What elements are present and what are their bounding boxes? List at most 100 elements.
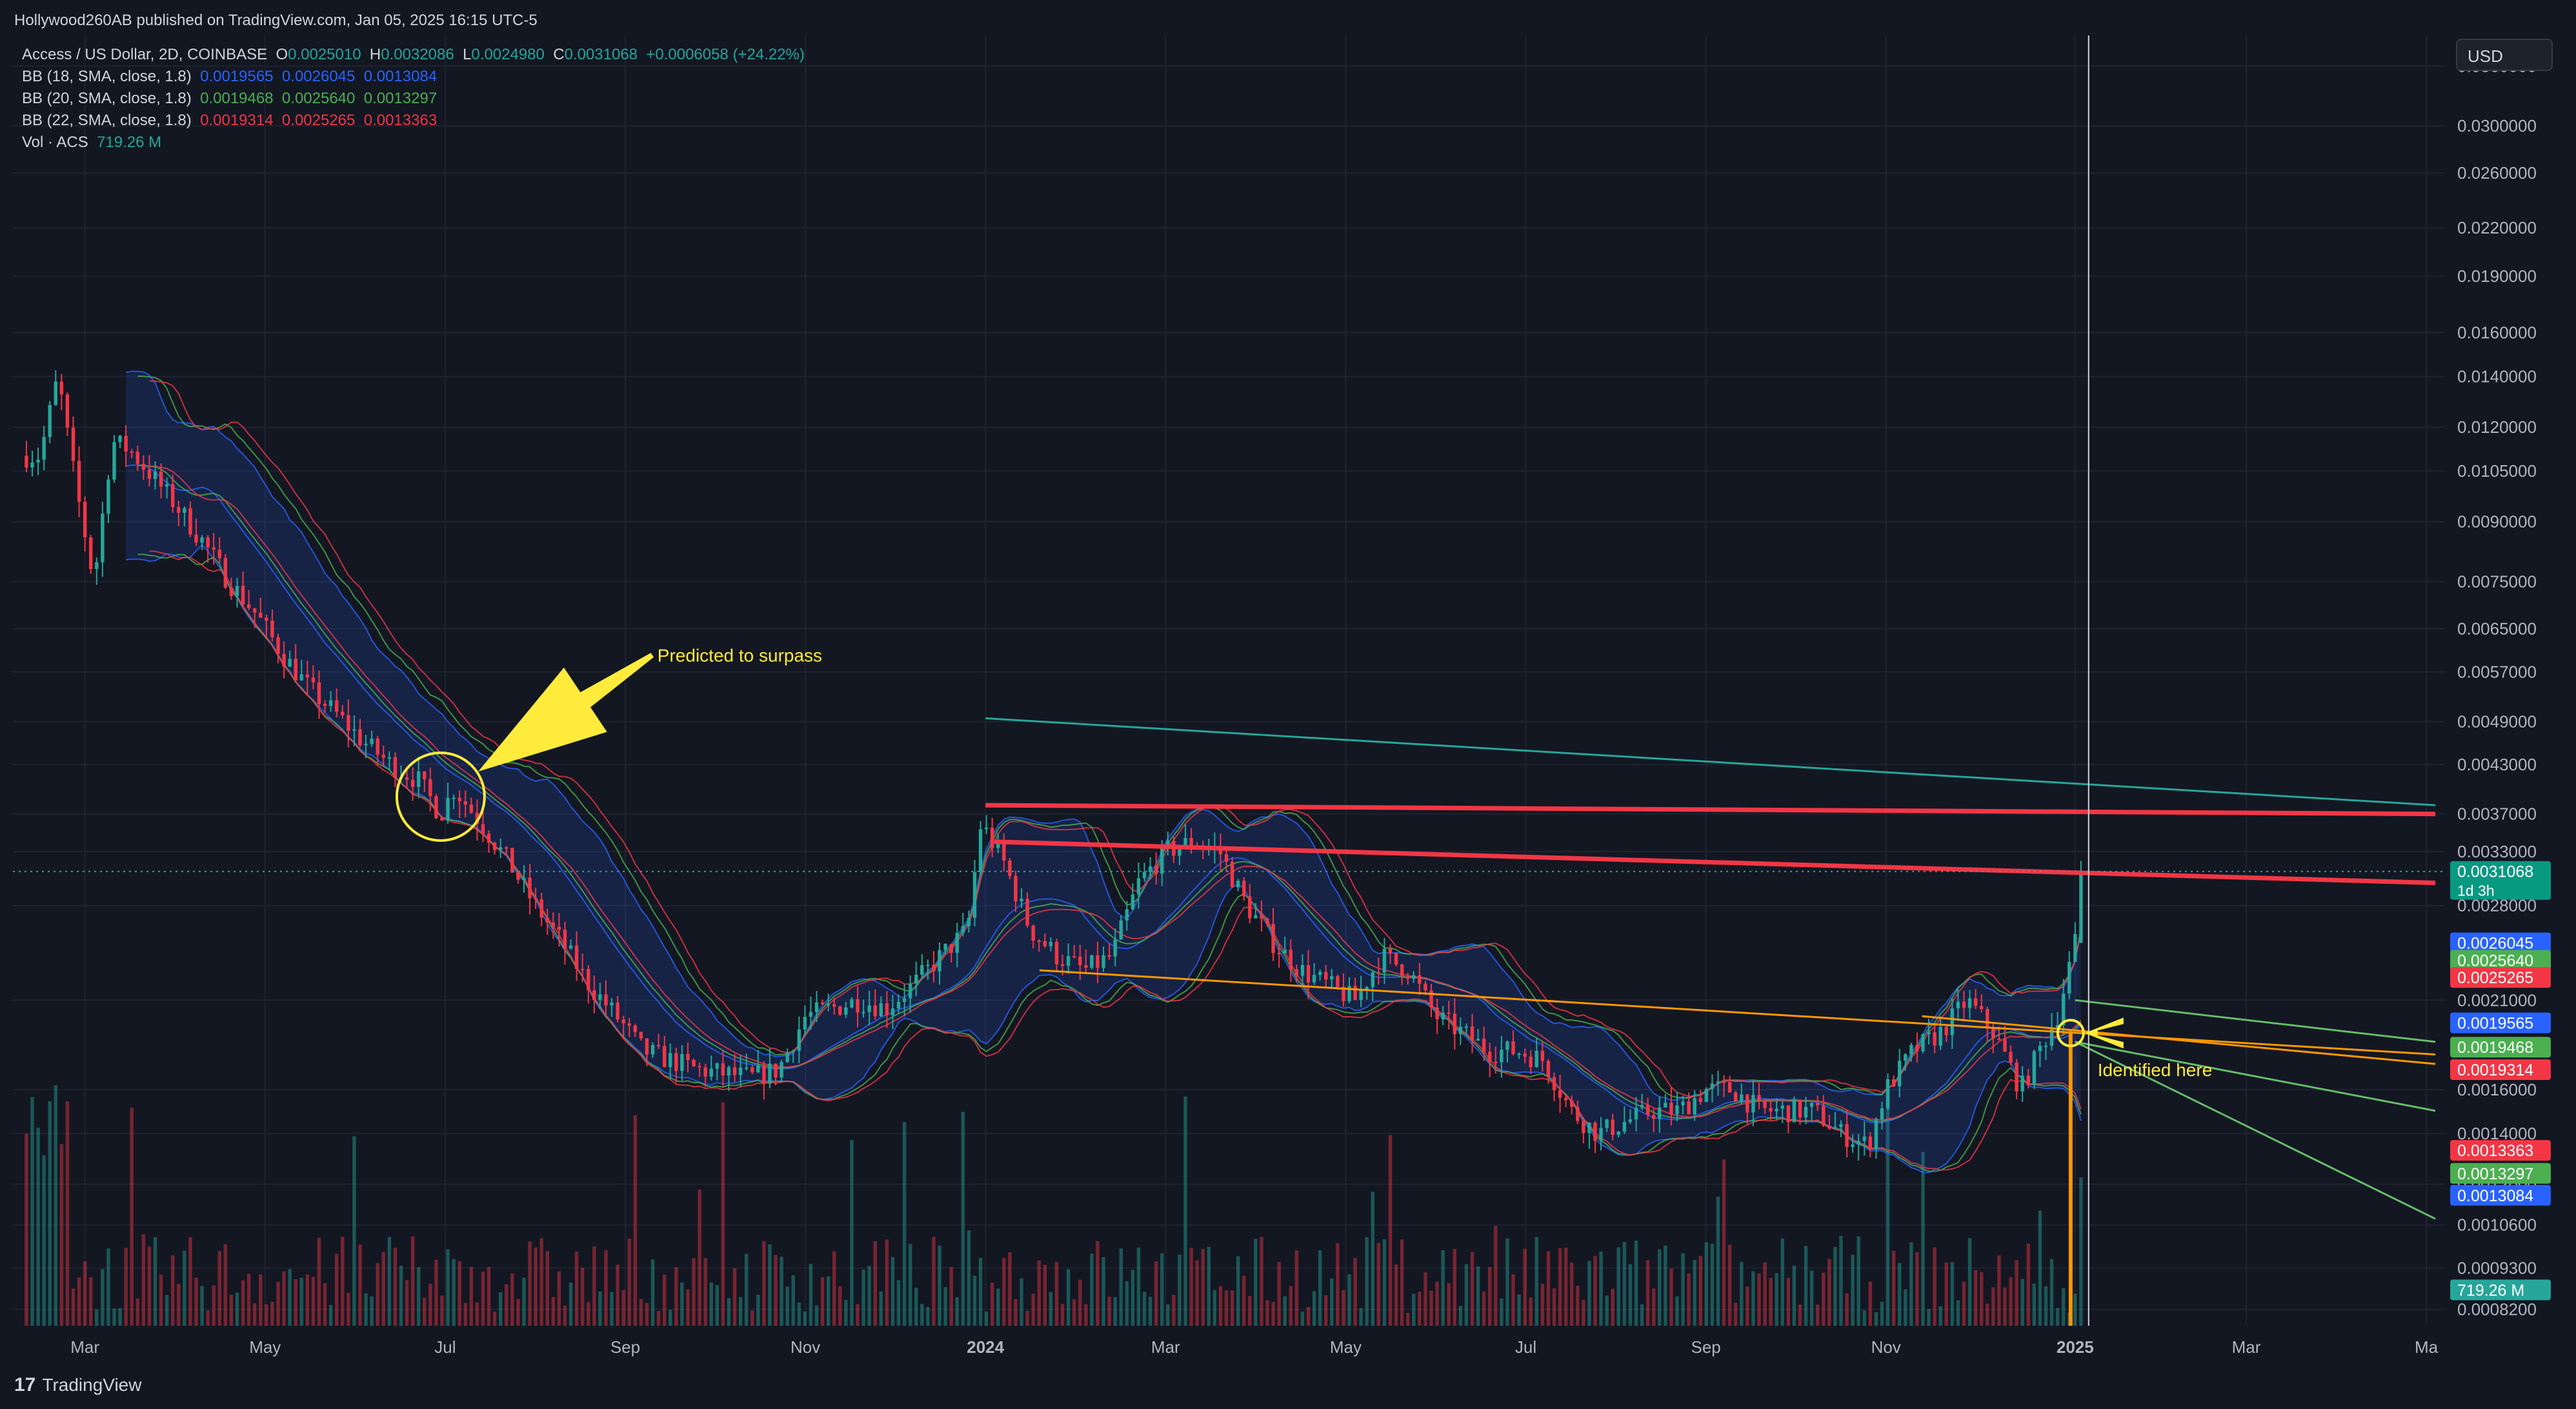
volume-bar bbox=[1634, 1240, 1638, 1326]
candle-body bbox=[1113, 939, 1117, 957]
volume-bar bbox=[352, 1136, 356, 1326]
volume-bar bbox=[1178, 1254, 1182, 1326]
time-tick-label: Jul bbox=[1515, 1337, 1536, 1357]
candle-body bbox=[732, 1067, 737, 1075]
candle-body bbox=[1136, 878, 1141, 895]
volume-bar bbox=[405, 1280, 409, 1326]
candle-body bbox=[223, 557, 228, 588]
volume-bar bbox=[1347, 1274, 1351, 1326]
candle-body bbox=[88, 537, 93, 569]
price-label-text: 0.0019468 bbox=[2457, 1039, 2533, 1057]
candle-body bbox=[1043, 941, 1047, 946]
volume-bar bbox=[1658, 1249, 1662, 1326]
volume-bar bbox=[265, 1304, 268, 1326]
volume-bar bbox=[1651, 1288, 1656, 1326]
candle-body bbox=[1634, 1108, 1638, 1120]
volume-bar bbox=[434, 1259, 438, 1326]
candle-body bbox=[814, 1002, 819, 1012]
volume-bar bbox=[1517, 1294, 1521, 1326]
volume-bar bbox=[42, 1155, 46, 1326]
volume-bar bbox=[1904, 1289, 1907, 1326]
price-label-countdown: 1d 3h bbox=[2457, 883, 2495, 899]
volume-bar bbox=[1113, 1297, 1117, 1326]
volume-bar bbox=[1698, 1255, 1702, 1326]
candle-body bbox=[1546, 1061, 1551, 1077]
volume-bar bbox=[686, 1289, 690, 1326]
volume-bar bbox=[1260, 1237, 1263, 1326]
candle-body bbox=[95, 562, 99, 569]
volume-bar bbox=[475, 1302, 479, 1326]
candle-body bbox=[1862, 1136, 1866, 1141]
volume-bar bbox=[1967, 1238, 1972, 1326]
bb18-label[interactable]: BB (18, SMA, close, 1.8) bbox=[22, 68, 192, 85]
volume-bar bbox=[820, 1277, 825, 1326]
candle-body bbox=[539, 899, 543, 918]
volume-bar bbox=[1933, 1247, 1937, 1326]
volume-value: 719.26 M bbox=[97, 134, 162, 151]
candle-body bbox=[492, 843, 497, 850]
candle-body bbox=[1997, 1038, 2001, 1040]
volume-bar bbox=[1722, 1159, 1726, 1326]
volume-bar bbox=[1605, 1295, 1609, 1326]
candle-body bbox=[1921, 1034, 1925, 1052]
candle-body bbox=[1289, 949, 1293, 970]
volume-bar bbox=[780, 1257, 783, 1326]
candle-body bbox=[1950, 1008, 1955, 1035]
volume-bar bbox=[259, 1274, 263, 1326]
candle-body bbox=[452, 797, 456, 799]
candle-body bbox=[1230, 861, 1234, 888]
volume-bar bbox=[299, 1277, 303, 1326]
volume-bar bbox=[25, 1134, 28, 1326]
volume-bar bbox=[399, 1265, 403, 1326]
trendline-teal bbox=[985, 717, 2436, 806]
volume-bar bbox=[370, 1296, 374, 1326]
candle-body bbox=[25, 455, 28, 468]
candle-body bbox=[1306, 964, 1311, 983]
volume-bar bbox=[1681, 1253, 1685, 1326]
candle-body bbox=[1938, 1026, 1942, 1046]
bb22-label[interactable]: BB (22, SMA, close, 1.8) bbox=[22, 112, 192, 129]
candle-body bbox=[1014, 875, 1018, 902]
candle-body bbox=[323, 704, 327, 706]
tradingview-brand[interactable]: 17 TradingView bbox=[14, 1374, 141, 1396]
volume-bar bbox=[1552, 1288, 1556, 1326]
volume-bar bbox=[873, 1241, 877, 1326]
volume-bar bbox=[1845, 1293, 1849, 1326]
bb20-label[interactable]: BB (20, SMA, close, 1.8) bbox=[22, 90, 192, 107]
candle-body bbox=[1376, 972, 1381, 974]
volume-bar bbox=[1558, 1248, 1562, 1326]
price-tick-label: 0.0049000 bbox=[2457, 712, 2537, 732]
currency-button[interactable]: USD bbox=[2456, 39, 2553, 71]
volume-bar bbox=[1424, 1272, 1427, 1326]
volume-bar bbox=[943, 1287, 947, 1326]
volume-bar bbox=[1494, 1226, 1498, 1326]
symbol-name[interactable]: Access / US Dollar, 2D, COINBASE bbox=[22, 46, 267, 63]
volume-bar bbox=[1090, 1254, 1094, 1326]
volume-bar bbox=[1751, 1271, 1755, 1326]
candle-body bbox=[1704, 1088, 1709, 1102]
volume-bar bbox=[990, 1283, 994, 1326]
candle-body bbox=[170, 484, 175, 507]
candle-body bbox=[1956, 1001, 1960, 1009]
candle-body bbox=[1857, 1141, 1860, 1144]
volume-bar bbox=[1458, 1306, 1463, 1326]
volume-bar bbox=[1786, 1278, 1791, 1326]
volume-bar bbox=[785, 1286, 789, 1326]
candle-body bbox=[2032, 1051, 2037, 1085]
volume-label[interactable]: Vol · ACS bbox=[22, 134, 88, 151]
candle-body bbox=[159, 471, 163, 487]
price-tick-label: 0.0120000 bbox=[2457, 417, 2537, 437]
candle-body bbox=[1651, 1115, 1656, 1119]
candle-body bbox=[1294, 969, 1299, 976]
volume-bar bbox=[2020, 1279, 2024, 1326]
volume-bar bbox=[1008, 1252, 1012, 1326]
price-chart[interactable]: Predicted to surpass Identified here 0.03… bbox=[0, 0, 2576, 1409]
volume-bar bbox=[516, 1299, 520, 1326]
candle-body bbox=[1904, 1054, 1907, 1061]
candle-body bbox=[709, 1068, 713, 1077]
candle-body bbox=[1418, 975, 1422, 984]
time-tick-label: Ma bbox=[2415, 1337, 2439, 1357]
candle-body bbox=[633, 1025, 638, 1032]
volume-bar bbox=[1897, 1263, 1902, 1326]
candle-body bbox=[1312, 975, 1316, 983]
